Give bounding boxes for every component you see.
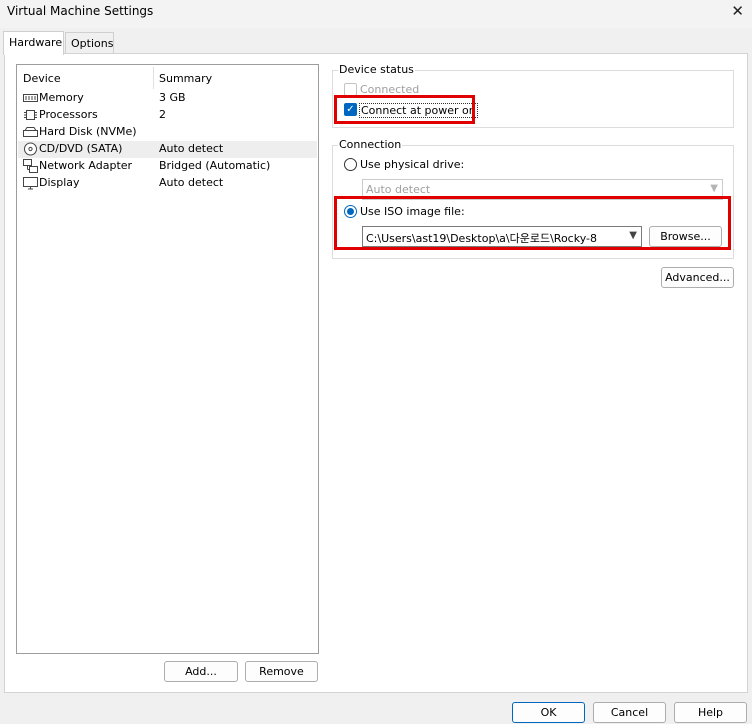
device-name: Memory <box>39 91 84 104</box>
highlight-box-power-on <box>334 95 475 124</box>
use-physical-drive-label: Use physical drive: <box>360 158 465 171</box>
ok-button[interactable]: OK <box>512 702 585 723</box>
device-name: Hard Disk (NVMe) <box>39 125 137 138</box>
memory-icon <box>23 94 38 102</box>
processor-icon <box>24 110 37 120</box>
summary-column-header[interactable]: Summary <box>159 72 212 85</box>
cd-dvd-icon <box>24 142 37 156</box>
column-divider[interactable] <box>153 67 154 89</box>
device-name: CD/DVD (SATA) <box>39 142 123 155</box>
connection-label: Connection <box>338 138 403 151</box>
cancel-button[interactable]: Cancel <box>593 702 666 723</box>
chevron-down-icon: ▼ <box>710 183 718 194</box>
remove-button[interactable]: Remove <box>245 661 318 682</box>
device-name: Display <box>39 176 80 189</box>
use-physical-drive-radio[interactable] <box>344 158 357 171</box>
device-summary: Auto detect <box>159 142 224 155</box>
device-summary: 2 <box>159 108 166 121</box>
highlight-box-iso <box>334 196 731 250</box>
device-summary: 3 GB <box>159 91 186 104</box>
device-name: Processors <box>39 108 98 121</box>
device-summary: Auto detect <box>159 176 224 189</box>
device-list[interactable]: Device Summary Memory 3 GB Processors 2 … <box>16 64 319 654</box>
device-name: Network Adapter <box>39 159 133 172</box>
add-button[interactable]: Add... <box>164 661 238 682</box>
physical-drive-value: Auto detect <box>366 183 431 196</box>
tab-hardware[interactable]: Hardware <box>3 31 64 55</box>
help-button[interactable]: Help <box>674 702 747 723</box>
device-row-memory[interactable]: Memory 3 GB <box>18 90 317 107</box>
tab-options[interactable]: Options <box>65 32 114 54</box>
device-summary: Bridged (Automatic) <box>159 159 271 172</box>
network-adapter-icon <box>23 159 38 173</box>
hard-disk-icon <box>23 127 38 137</box>
display-icon <box>23 177 38 190</box>
device-row-network-adapter[interactable]: Network Adapter Bridged (Automatic) <box>18 158 317 175</box>
device-row-display[interactable]: Display Auto detect <box>18 175 317 192</box>
close-icon[interactable]: ✕ <box>731 2 744 20</box>
title-bar: Virtual Machine Settings ✕ <box>0 0 752 28</box>
device-row-processors[interactable]: Processors 2 <box>18 107 317 124</box>
advanced-button[interactable]: Advanced... <box>661 267 734 288</box>
device-row-cd-dvd[interactable]: CD/DVD (SATA) Auto detect <box>18 141 317 158</box>
device-column-header[interactable]: Device <box>23 72 61 85</box>
device-status-label: Device status <box>338 63 415 76</box>
device-row-hard-disk[interactable]: Hard Disk (NVMe) <box>18 124 317 141</box>
window-title: Virtual Machine Settings <box>7 4 154 18</box>
